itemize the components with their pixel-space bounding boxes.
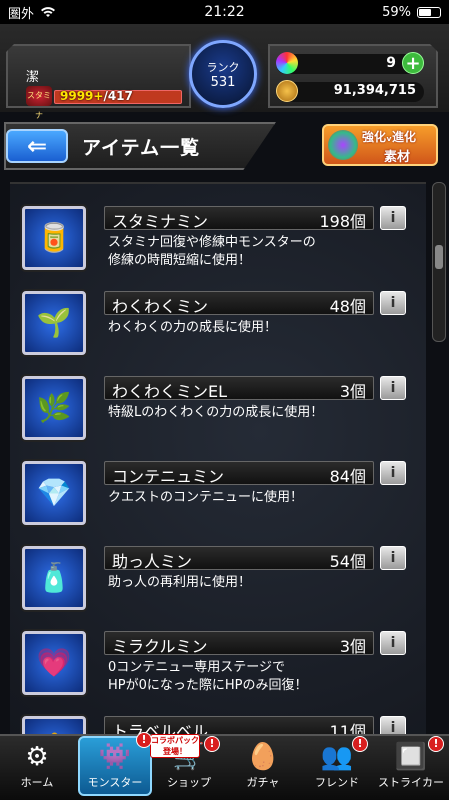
tab-gacha[interactable]: 🥚 ガチャ: [226, 738, 300, 800]
item-description: スタミナ回復や修練中モンスターの 修練の時間短縮に使用！: [108, 235, 316, 268]
stamina-text: 9999+/417: [60, 89, 133, 103]
collab-pack-badge: コラボパック 登場！: [150, 734, 200, 758]
tab-home[interactable]: ⚙ ホーム: [0, 738, 74, 800]
stamina-current: 9999+: [60, 89, 104, 103]
info-button[interactable]: i: [380, 461, 406, 485]
tab-label: ホーム: [20, 776, 54, 789]
battery-icon: [417, 6, 441, 18]
yellow-bottle-icon: 🧴: [36, 561, 72, 594]
evolve-material-button[interactable]: 強化ᵥ進化 素材: [322, 124, 438, 166]
tab-label: ストライカー: [378, 776, 444, 789]
item-count: 84個: [329, 467, 366, 486]
coin-icon: [276, 80, 298, 102]
player-name: 潔: [26, 70, 40, 85]
evolve-button-line2: 素材: [384, 150, 411, 165]
item-description: クエストのコンテニューに使用！: [108, 490, 304, 505]
list-item[interactable]: 💎 コンテニュミン 84個 i クエストのコンテニューに使用！: [22, 459, 412, 537]
notification-badge: !: [136, 732, 152, 748]
item-icon-frame[interactable]: 💗: [22, 631, 86, 695]
item-icon-frame[interactable]: 🥫: [22, 206, 86, 270]
orb-icon: [276, 52, 298, 74]
info-button[interactable]: i: [380, 206, 406, 230]
stamina-icon: スタミナ: [26, 86, 52, 120]
can-icon: 🥫: [36, 221, 72, 254]
diamond-flask-icon: 💎: [36, 476, 72, 509]
stamina-max: /417: [103, 89, 133, 103]
item-name: わくわくミンEL: [112, 382, 228, 401]
orb-count: 9: [386, 55, 396, 71]
list-item[interactable]: 🌿 わくわくミンEL 3個 i 特級Lのわくわくの力の成長に使用！: [22, 374, 412, 452]
notification-badge: !: [352, 736, 368, 752]
scroll-knob[interactable]: [435, 245, 443, 269]
list-item[interactable]: 🌱 わくわくミン 48個 i わくわくの力の成長に使用！: [22, 289, 412, 367]
scrollbar[interactable]: [432, 182, 446, 342]
item-icon-frame[interactable]: 🧴: [22, 546, 86, 610]
info-button[interactable]: i: [380, 546, 406, 570]
item-count: 54個: [329, 552, 366, 571]
gacha-icon: 🥚: [246, 742, 280, 772]
item-description: 特級Lのわくわくの力の成長に使用！: [108, 405, 324, 420]
sprout-bottle-el-icon: 🌿: [36, 391, 72, 424]
collab-line1: コラボパック: [151, 736, 199, 745]
rank-value: 531: [210, 75, 236, 90]
add-orb-button[interactable]: +: [402, 52, 424, 74]
tab-label: フレンド: [315, 776, 359, 789]
item-description: 助っ人の再利用に使用！: [108, 575, 252, 590]
material-orbs-icon: [328, 130, 358, 160]
rank-badge[interactable]: ランク 531: [189, 40, 257, 108]
info-button[interactable]: i: [380, 631, 406, 655]
item-name: コンテニュミン: [112, 467, 225, 486]
home-icon: ⚙: [25, 742, 49, 772]
status-bar: 圏外 21:22 59%: [0, 0, 449, 24]
list-item[interactable]: 🥫 スタミナミン 198個 i スタミナ回復や修練中モンスターの 修練の時間短縮に使用！: [22, 204, 412, 282]
item-count: 3個: [339, 382, 366, 401]
item-name: わくわくミン: [112, 297, 209, 316]
back-arrow-icon: ⇐: [26, 132, 48, 160]
notification-badge: !: [428, 736, 444, 752]
heart-flask-icon: 💗: [36, 646, 72, 679]
item-name: スタミナミン: [112, 212, 209, 231]
back-button[interactable]: ⇐: [6, 129, 68, 163]
rank-label: ランク: [206, 61, 240, 74]
collab-line2: 登場！: [163, 747, 187, 756]
gold-amount: 91,394,715: [333, 83, 416, 98]
info-button[interactable]: i: [380, 291, 406, 315]
info-button[interactable]: i: [380, 376, 406, 400]
notification-badge: !: [204, 736, 220, 752]
item-icon-frame[interactable]: 💎: [22, 461, 86, 525]
sprout-bottle-icon: 🌱: [36, 306, 72, 339]
page-title: アイテム一覧: [82, 137, 201, 159]
item-icon-frame[interactable]: 🌿: [22, 376, 86, 440]
list-item[interactable]: 💗 ミラクルミン 3個 i 0コンテニュー専用ステージで HPが0になった際にHPのみ回…: [22, 629, 412, 707]
item-count: 198個: [319, 212, 366, 231]
item-count: 3個: [339, 637, 366, 656]
tab-label: モンスター: [87, 776, 143, 789]
tab-label: ショップ: [167, 776, 211, 789]
item-count: 48個: [329, 297, 366, 316]
item-name: 助っ人ミン: [112, 552, 193, 571]
list-item[interactable]: 🧴 助っ人ミン 54個 i 助っ人の再利用に使用！: [22, 544, 412, 622]
clock: 21:22: [204, 4, 245, 20]
item-icon-frame[interactable]: 🌱: [22, 291, 86, 355]
item-name: ミラクルミン: [112, 637, 208, 656]
item-description: 0コンテニュー専用ステージで HPが0になった際にHPのみ回復！: [108, 660, 308, 693]
item-description: わくわくの力の成長に使用！: [108, 320, 278, 335]
evolve-button-line1: 強化ᵥ進化: [362, 130, 417, 144]
tab-label: ガチャ: [246, 776, 280, 789]
